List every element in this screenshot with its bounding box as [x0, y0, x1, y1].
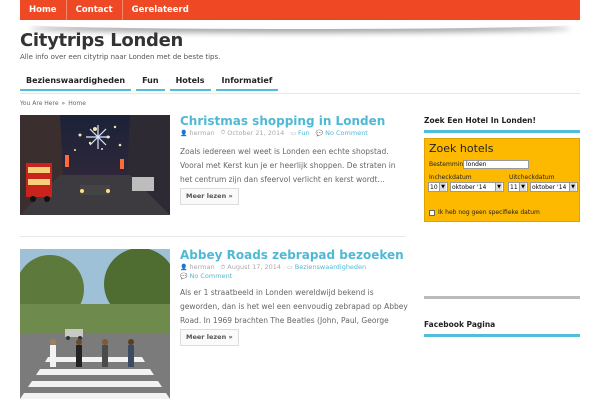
- post-date: August 17, 2014: [227, 263, 282, 271]
- post-title[interactable]: Abbey Roads zebrapad bezoeken: [180, 248, 404, 262]
- widget-separator: [424, 296, 580, 299]
- clock-icon: ⏱: [220, 264, 226, 271]
- hotel-widget-title: Zoek Een Hotel In Londen!: [424, 116, 536, 125]
- breadcrumb: You Are Here » Home: [20, 100, 86, 107]
- post-author[interactable]: herman: [189, 129, 214, 137]
- category-nav-informatief[interactable]: Informatief: [215, 72, 279, 91]
- category-nav-fun[interactable]: Fun: [136, 72, 165, 91]
- destination-input[interactable]: londen: [463, 160, 529, 169]
- clock-icon: ⏱: [220, 129, 226, 136]
- post-meta: 👤 herman ⏱ October 21, 2014 ▭ Fun 💬 No Comme…: [180, 129, 410, 137]
- post-divider: [20, 236, 406, 237]
- post-excerpt: Zoals iedereen wel weet is Londen een ec…: [180, 147, 396, 184]
- user-icon: 👤: [180, 129, 188, 137]
- breadcrumb-current[interactable]: Home: [68, 100, 86, 107]
- post-author[interactable]: herman: [189, 263, 214, 272]
- destination-label: Bestemming: [429, 161, 467, 168]
- top-nav-contact[interactable]: Contact: [65, 0, 122, 20]
- chevron-down-icon: ▼: [495, 183, 502, 191]
- post-comments[interactable]: No Comment: [325, 129, 368, 137]
- no-dates-checkbox-row[interactable]: Ik heb nog geen specifieke datum: [429, 209, 540, 216]
- post-comments[interactable]: No Comment: [189, 272, 232, 281]
- no-dates-label: Ik heb nog geen specifieke datum: [438, 209, 540, 216]
- checkin-month-select[interactable]: oktober '14 ▼: [450, 182, 504, 192]
- top-nav-gerelateerd[interactable]: Gerelateerd: [121, 0, 198, 20]
- breadcrumb-separator: »: [61, 100, 66, 107]
- christmas-street-image: [20, 115, 170, 215]
- post-meta: 👤 herman ⏱ August 17, 2014 ▭ Bezienswaardig…: [180, 263, 410, 281]
- facebook-widget-title: Facebook Pagina: [424, 320, 496, 329]
- user-icon: 👤: [180, 264, 188, 271]
- checkout-day-select[interactable]: 11 ▼: [508, 182, 528, 192]
- post-date: October 21, 2014: [227, 129, 285, 137]
- no-dates-checkbox[interactable]: [429, 209, 435, 216]
- top-bar: Home Contact Gerelateerd: [20, 0, 580, 20]
- site-title[interactable]: Citytrips Londen: [20, 30, 183, 51]
- chevron-down-icon: ▼: [439, 183, 446, 191]
- category-nav-bezienswaardigheden[interactable]: Bezienswaardigheden: [20, 72, 132, 91]
- widget-title-rule: [424, 334, 580, 337]
- post-category[interactable]: Fun: [298, 129, 310, 137]
- category-nav: Bezienswaardigheden Fun Hotels Informati…: [20, 72, 279, 91]
- top-nav-home[interactable]: Home: [20, 0, 66, 20]
- checkout-month-select[interactable]: oktober '14 ▼: [530, 182, 578, 192]
- hotel-search-title: Zoek hotels: [429, 142, 494, 155]
- chevron-down-icon: ▼: [569, 183, 576, 191]
- checkin-day-value: 10: [430, 184, 438, 191]
- site-tagline: Alle info over een citytrip naar Londen …: [20, 53, 221, 61]
- checkout-label: Uitcheckdatum: [509, 174, 555, 181]
- widget-title-rule: [424, 130, 580, 133]
- top-nav: Home Contact Gerelateerd: [20, 0, 580, 20]
- top-bar-shadow: [30, 20, 570, 29]
- post-title[interactable]: Christmas shopping in Londen: [180, 114, 385, 128]
- checkin-month-value: oktober '14: [452, 184, 487, 191]
- folder-icon: ▭: [287, 264, 293, 271]
- post-thumbnail-abbey-road[interactable]: [20, 249, 170, 399]
- checkout-day-value: 11: [510, 184, 518, 191]
- comment-icon: 💬: [315, 129, 324, 137]
- abbey-road-image: [20, 249, 170, 399]
- checkin-label: Incheckdatum: [429, 174, 472, 181]
- comment-icon: 💬: [180, 273, 188, 280]
- checkout-month-value: oktober '14: [532, 184, 567, 191]
- category-nav-hotels[interactable]: Hotels: [169, 72, 211, 91]
- folder-icon: ▭: [290, 129, 296, 137]
- read-more-button[interactable]: Meer lezen »: [180, 188, 239, 205]
- nav-divider: [20, 93, 580, 94]
- chevron-down-icon: ▼: [519, 183, 526, 191]
- post-category[interactable]: Bezienswaardigheden: [295, 263, 366, 272]
- breadcrumb-prefix: You Are Here: [20, 100, 59, 107]
- checkin-day-select[interactable]: 10 ▼: [428, 182, 448, 192]
- read-more-button[interactable]: Meer lezen »: [180, 329, 239, 346]
- post-thumbnail-christmas[interactable]: [20, 115, 170, 215]
- hotel-search-widget: Zoek hotels Bestemming londen Incheckdat…: [424, 138, 580, 222]
